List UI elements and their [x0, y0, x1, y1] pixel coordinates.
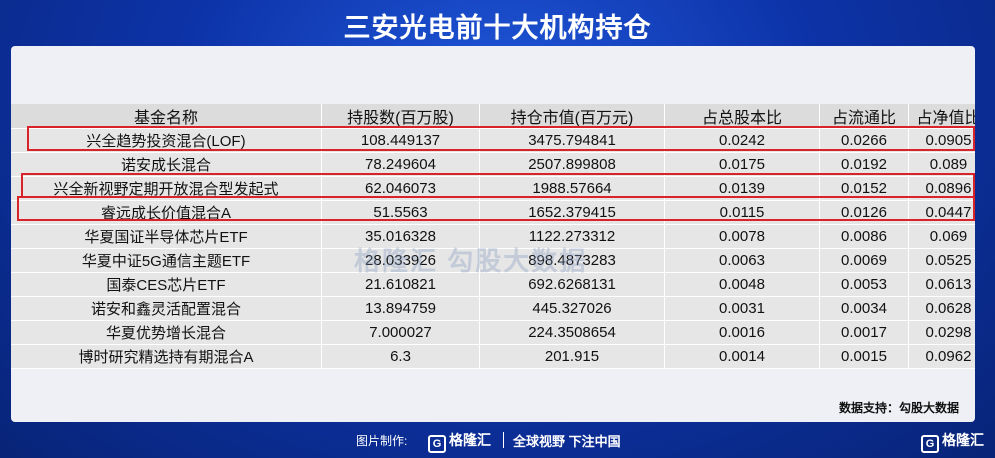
header-total-share-ratio: 占总股本比 — [664, 104, 820, 129]
table-row: 兴全新视野定期开放混合型发起式 62.046073 1988.57664 0.0139… — [11, 176, 975, 201]
page-title: 三安光电前十大机构持仓 — [343, 13, 652, 43]
cell-nav-ratio: 0.0525 — [908, 248, 975, 273]
corner-logo: G 格隆汇 — [921, 430, 984, 453]
cell-market-value: 1652.379415 — [479, 200, 665, 225]
cell-shares: 51.5563 — [321, 200, 480, 225]
cell-float-ratio: 0.0266 — [819, 128, 909, 153]
cell-market-value: 224.3508654 — [479, 320, 665, 345]
cell-shares: 6.3 — [321, 344, 480, 369]
watermark: 格隆汇 勾股大数据 — [354, 246, 588, 276]
table-row: 华夏优势增长混合 7.000027 224.3508654 0.0016 0.0017 0… — [11, 320, 975, 345]
table-card: 基金名称 持股数(百万股) 持仓市值(百万元) 占总股本比 占流通比 占净值比 … — [11, 46, 975, 422]
footer-slogan: 全球视野 下注中国 — [513, 434, 621, 449]
cell-total-share-ratio: 0.0031 — [664, 296, 820, 321]
cell-float-ratio: 0.0015 — [819, 344, 909, 369]
logo-g-icon: G — [921, 435, 939, 453]
cell-fund-name: 睿远成长价值混合A — [11, 200, 322, 225]
cell-total-share-ratio: 0.0048 — [664, 272, 820, 297]
cell-total-share-ratio: 0.0139 — [664, 176, 820, 201]
footer: 图片制作: G 格隆汇 全球视野 下注中国 G 格隆汇 — [0, 430, 995, 453]
cell-total-share-ratio: 0.0242 — [664, 128, 820, 153]
cell-float-ratio: 0.0086 — [819, 224, 909, 249]
cell-nav-ratio: 0.0896 — [908, 176, 975, 201]
cell-market-value: 445.327026 — [479, 296, 665, 321]
cell-nav-ratio: 0.089 — [908, 152, 975, 177]
cell-nav-ratio: 0.0905 — [908, 128, 975, 153]
cell-fund-name: 华夏国证半导体芯片ETF — [11, 224, 322, 249]
cell-nav-ratio: 0.069 — [908, 224, 975, 249]
cell-float-ratio: 0.0034 — [819, 296, 909, 321]
cell-fund-name: 华夏优势增长混合 — [11, 320, 322, 345]
table-header-row: 基金名称 持股数(百万股) 持仓市值(百万元) 占总股本比 占流通比 占净值比 — [11, 104, 975, 129]
data-source: 数据支持：勾股大数据 — [838, 401, 959, 415]
cell-nav-ratio: 0.0447 — [908, 200, 975, 225]
cell-float-ratio: 0.0126 — [819, 200, 909, 225]
cell-float-ratio: 0.0152 — [819, 176, 909, 201]
cell-float-ratio: 0.0017 — [819, 320, 909, 345]
cell-shares: 108.449137 — [321, 128, 480, 153]
footer-logo: G 格隆汇 — [428, 430, 491, 453]
cell-total-share-ratio: 0.0115 — [664, 200, 820, 225]
cell-market-value: 1988.57664 — [479, 176, 665, 201]
table-row: 诺安成长混合 78.249604 2507.899808 0.0175 0.0192 0.… — [11, 152, 975, 177]
cell-nav-ratio: 0.0962 — [908, 344, 975, 369]
table-row: 睿远成长价值混合A 51.5563 1652.379415 0.0115 0.0126 0… — [11, 200, 975, 225]
footer-logo-text: 格隆汇 — [449, 432, 491, 448]
table-row: 诺安和鑫灵活配置混合 13.894759 445.327026 0.0031 0.003… — [11, 296, 975, 321]
cell-float-ratio: 0.0069 — [819, 248, 909, 273]
cell-nav-ratio: 0.0613 — [908, 272, 975, 297]
cell-fund-name: 诺安成长混合 — [11, 152, 322, 177]
table-row: 兴全趋势投资混合(LOF) 108.449137 3475.794841 0.0242… — [11, 128, 975, 153]
header-float-ratio: 占流通比 — [819, 104, 909, 129]
cell-market-value: 2507.899808 — [479, 152, 665, 177]
header-nav-ratio: 占净值比 — [908, 104, 975, 129]
cell-fund-name: 华夏中证5G通信主题ETF — [11, 248, 322, 273]
header-shares: 持股数(百万股) — [321, 104, 480, 129]
header-fund-name: 基金名称 — [11, 104, 322, 129]
cell-shares: 62.046073 — [321, 176, 480, 201]
cell-nav-ratio: 0.0628 — [908, 296, 975, 321]
cell-total-share-ratio: 0.0014 — [664, 344, 820, 369]
cell-fund-name: 诺安和鑫灵活配置混合 — [11, 296, 322, 321]
corner-logo-text: 格隆汇 — [942, 432, 984, 448]
cell-float-ratio: 0.0053 — [819, 272, 909, 297]
footer-divider — [503, 432, 504, 448]
table-row: 博时研究精选持有期混合A 6.3 201.915 0.0014 0.0015 0.0962 — [11, 344, 975, 369]
cell-total-share-ratio: 0.0016 — [664, 320, 820, 345]
cell-float-ratio: 0.0192 — [819, 152, 909, 177]
cell-market-value: 3475.794841 — [479, 128, 665, 153]
cell-total-share-ratio: 0.0063 — [664, 248, 820, 273]
holdings-table: 基金名称 持股数(百万股) 持仓市值(百万元) 占总股本比 占流通比 占净值比 … — [11, 104, 975, 369]
cell-fund-name: 国泰CES芯片ETF — [11, 272, 322, 297]
footer-credit: 图片制作: — [356, 434, 408, 448]
header-market-value: 持仓市值(百万元) — [479, 104, 665, 129]
cell-total-share-ratio: 0.0078 — [664, 224, 820, 249]
cell-shares: 13.894759 — [321, 296, 480, 321]
cell-shares: 7.000027 — [321, 320, 480, 345]
cell-fund-name: 兴全新视野定期开放混合型发起式 — [11, 176, 322, 201]
cell-shares: 78.249604 — [321, 152, 480, 177]
cell-market-value: 201.915 — [479, 344, 665, 369]
cell-fund-name: 博时研究精选持有期混合A — [11, 344, 322, 369]
cell-total-share-ratio: 0.0175 — [664, 152, 820, 177]
cell-nav-ratio: 0.0298 — [908, 320, 975, 345]
cell-fund-name: 兴全趋势投资混合(LOF) — [11, 128, 322, 153]
logo-g-icon: G — [428, 435, 446, 453]
